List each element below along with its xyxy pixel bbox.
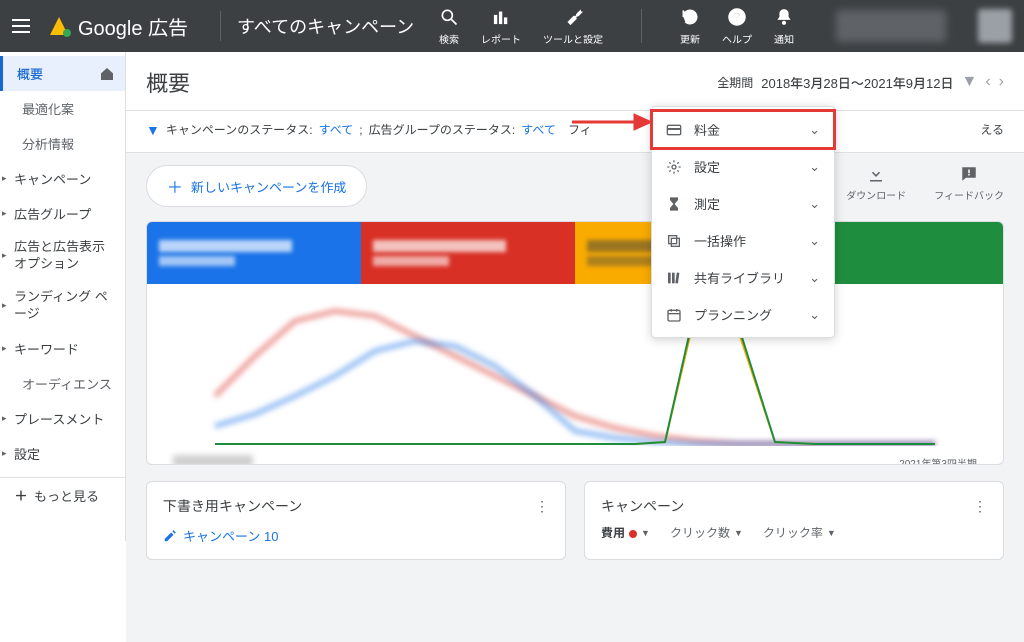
google-ads-logo-icon bbox=[48, 15, 70, 37]
notify-label: 通知 bbox=[774, 31, 794, 46]
tools-menu: 料金 ⌄ 設定 ⌄ 測定 ⌄ 一括操作 ⌄ 共有ライブラリ ⌄ bbox=[651, 106, 835, 338]
x-axis-end: 2021年第3四半期 bbox=[899, 455, 977, 465]
feedback-button[interactable]: フィードバック bbox=[934, 165, 1004, 202]
new-campaign-button[interactable]: ＋ 新しいキャンペーンを作成 bbox=[146, 165, 367, 207]
help-icon[interactable]: ? ヘルプ bbox=[722, 7, 752, 46]
hourglass-icon bbox=[666, 196, 682, 212]
drafts-title: 下書き用キャンペーン bbox=[163, 496, 302, 516]
calendar-icon bbox=[666, 307, 682, 323]
drafts-campaign-link[interactable]: キャンペーン 10 bbox=[163, 526, 549, 545]
nav-optimize[interactable]: 最適化案 bbox=[0, 91, 125, 126]
left-nav: 概要 最適化案 分析情報 ▸キャンペーン ▸広告グループ ▸広告と広告表示オプシ… bbox=[0, 52, 126, 541]
header-bar: Google 広告 すべてのキャンペーン 検索 レポート ツールと設定 更新 ?… bbox=[0, 0, 1024, 52]
nav-insights[interactable]: 分析情報 bbox=[0, 126, 125, 161]
chart-metric-tiles bbox=[147, 222, 1003, 284]
new-campaign-label: 新しいキャンペーンを作成 bbox=[191, 177, 346, 196]
tools-label: ツールと設定 bbox=[543, 31, 603, 46]
status-val-1[interactable]: すべて bbox=[319, 121, 354, 138]
status-text-1: キャンペーンのステータス: bbox=[166, 121, 313, 138]
brand-label: Google 広告 bbox=[78, 12, 188, 41]
tools-icon[interactable]: ツールと設定 bbox=[543, 7, 603, 46]
tools-menu-bulk[interactable]: 一括操作 ⌄ bbox=[652, 222, 834, 259]
reports-icon[interactable]: レポート bbox=[481, 7, 521, 46]
menu-icon[interactable] bbox=[12, 14, 36, 38]
header-tools: 検索 レポート ツールと設定 更新 ? ヘルプ 通知 bbox=[439, 7, 1012, 46]
chevron-down-icon: ⌄ bbox=[809, 159, 820, 175]
metric-tile-red[interactable] bbox=[361, 222, 575, 284]
status-trail: える bbox=[980, 121, 1004, 138]
tools-menu-settings[interactable]: 設定 ⌄ bbox=[652, 148, 834, 185]
metric-clicks[interactable]: クリック数▼ bbox=[670, 524, 743, 541]
date-next-icon[interactable]: › bbox=[999, 73, 1004, 91]
nav-ads-ext[interactable]: ▸広告と広告表示オプション bbox=[0, 231, 125, 281]
search-label: 検索 bbox=[439, 31, 459, 46]
chevron-down-icon: ⌄ bbox=[809, 233, 820, 249]
svg-text:?: ? bbox=[734, 11, 741, 24]
drafts-menu-icon[interactable]: ⋮ bbox=[535, 498, 549, 515]
chart-body: 2021年第3四半期 bbox=[147, 284, 1003, 464]
tools-menu-shared[interactable]: 共有ライブラリ ⌄ bbox=[652, 259, 834, 296]
page-header: 概要 全期間 2018年3月28日〜2021年9月12日 ▼ ‹ › bbox=[126, 52, 1024, 111]
notify-icon[interactable]: 通知 bbox=[774, 7, 794, 46]
refresh-label: 更新 bbox=[680, 31, 700, 46]
x-axis-start-redacted bbox=[173, 455, 253, 465]
nav-landing[interactable]: ▸ランディング ページ bbox=[0, 281, 125, 331]
gear-icon bbox=[666, 159, 682, 175]
date-label: 全期間 bbox=[717, 74, 753, 91]
account-info-redacted bbox=[836, 10, 946, 42]
header-divider bbox=[220, 11, 221, 41]
chevron-down-icon: ⌄ bbox=[809, 307, 820, 323]
edit-icon bbox=[163, 529, 177, 543]
drafts-card: 下書き用キャンペーン ⋮ キャンペーン 10 bbox=[146, 481, 566, 560]
date-dropdown-icon[interactable]: ▼ bbox=[962, 73, 978, 91]
campaigns-card: キャンペーン ⋮ 費用▼ クリック数▼ クリック率▼ bbox=[584, 481, 1004, 560]
nav-overview[interactable]: 概要 bbox=[0, 56, 125, 91]
tools-menu-measure[interactable]: 測定 ⌄ bbox=[652, 185, 834, 222]
nav-settings[interactable]: ▸設定 bbox=[0, 436, 125, 471]
nav-more[interactable]: ＋もっと見る bbox=[0, 477, 125, 514]
campaigns-menu-icon[interactable]: ⋮ bbox=[973, 498, 987, 515]
download-button[interactable]: ダウンロード bbox=[846, 165, 906, 202]
callout-arrow-icon bbox=[572, 110, 652, 134]
campaigns-title: キャンペーン bbox=[601, 496, 684, 516]
date-prev-icon[interactable]: ‹ bbox=[985, 73, 990, 91]
library-icon bbox=[666, 270, 682, 286]
chevron-down-icon: ⌄ bbox=[809, 122, 820, 138]
tools-menu-billing[interactable]: 料金 ⌄ bbox=[652, 111, 834, 148]
home-icon bbox=[99, 66, 115, 82]
filter-icon[interactable]: ▼ bbox=[146, 122, 160, 138]
nav-placement[interactable]: ▸プレースメント bbox=[0, 401, 125, 436]
chart-svg bbox=[163, 296, 987, 446]
date-range-picker[interactable]: 全期間 2018年3月28日〜2021年9月12日 ▼ ‹ › bbox=[717, 73, 1004, 92]
search-icon[interactable]: 検索 bbox=[439, 7, 459, 46]
nav-audience[interactable]: オーディエンス bbox=[0, 366, 125, 401]
help-label: ヘルプ bbox=[722, 31, 752, 46]
page-title: 概要 bbox=[146, 66, 190, 98]
scope-label[interactable]: すべてのキャンペーン bbox=[237, 13, 414, 39]
metric-cost-dot bbox=[629, 530, 637, 538]
avatar[interactable] bbox=[978, 9, 1012, 43]
nav-keywords[interactable]: ▸キーワード bbox=[0, 331, 125, 366]
chevron-down-icon: ⌄ bbox=[809, 270, 820, 286]
nav-adgroups[interactable]: ▸広告グループ bbox=[0, 196, 125, 231]
main-panel: 概要 全期間 2018年3月28日〜2021年9月12日 ▼ ‹ › ▼ キャン… bbox=[126, 52, 1024, 541]
metric-ctr[interactable]: クリック率▼ bbox=[763, 524, 836, 541]
stack-icon bbox=[666, 233, 682, 249]
card-icon bbox=[666, 122, 682, 138]
reports-label: レポート bbox=[481, 31, 521, 46]
summary-chart-card: 2021年第3四半期 bbox=[146, 221, 1004, 465]
nav-campaigns[interactable]: ▸キャンペーン bbox=[0, 161, 125, 196]
date-range: 2018年3月28日〜2021年9月12日 bbox=[761, 73, 953, 92]
metric-cost[interactable]: 費用▼ bbox=[601, 524, 650, 541]
status-val-2[interactable]: すべて bbox=[521, 121, 556, 138]
header-divider-2 bbox=[641, 9, 642, 43]
tools-menu-planning[interactable]: プランニング ⌄ bbox=[652, 296, 834, 333]
refresh-icon[interactable]: 更新 bbox=[680, 7, 700, 46]
metric-tile-blue[interactable] bbox=[147, 222, 361, 284]
status-text-2: 広告グループのステータス: bbox=[369, 121, 516, 138]
chevron-down-icon: ⌄ bbox=[809, 196, 820, 212]
nav-overview-label: 概要 bbox=[17, 64, 43, 83]
